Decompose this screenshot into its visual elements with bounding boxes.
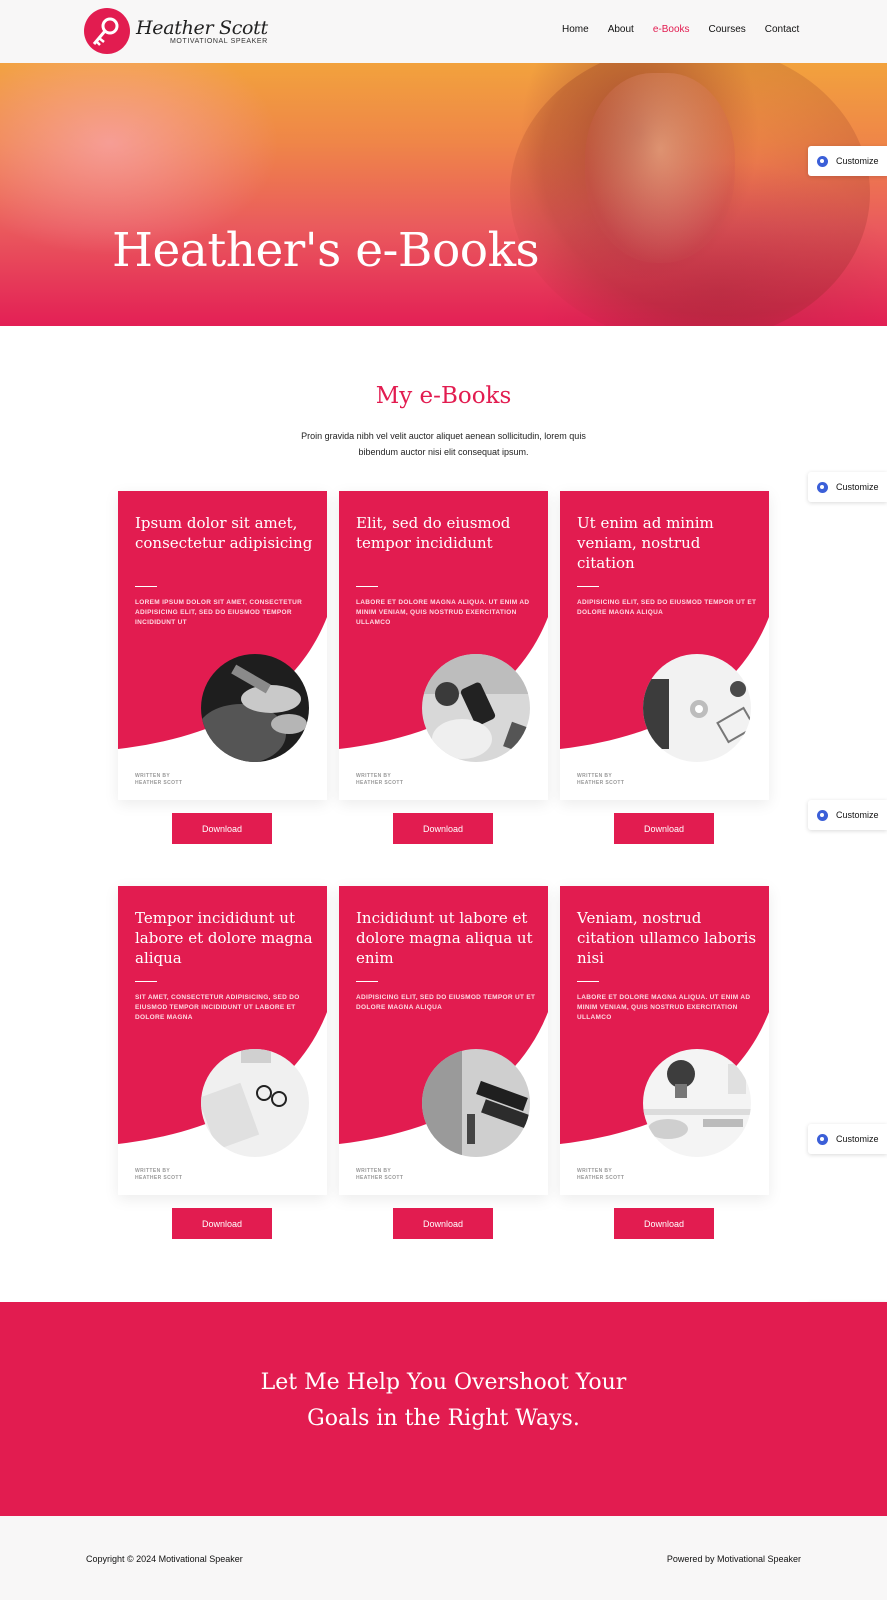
divider (356, 586, 378, 587)
divider (356, 981, 378, 982)
customize-button[interactable]: Customize (808, 146, 887, 176)
hero-title: Heather's e-Books (112, 223, 540, 278)
written-by-label: WRITTEN BY (356, 1168, 392, 1174)
nav-courses[interactable]: Courses (709, 24, 746, 35)
written-by-label: WRITTEN BY (356, 773, 392, 779)
book-title: Ipsum dolor sit amet, consectetur adipis… (135, 514, 313, 552)
book-card[interactable]: Tempor incididunt ut labore et dolore ma… (118, 886, 327, 1195)
book-subtitle: ADIPISICING ELIT, SED DO EIUSMOD TEMPOR … (577, 599, 757, 616)
customize-button[interactable]: Customize (808, 800, 887, 830)
download-button[interactable]: Download (393, 1208, 493, 1239)
download-button[interactable]: Download (393, 813, 493, 844)
author-name: HEATHER SCOTT (356, 780, 404, 786)
book-photo-handshake (201, 654, 309, 762)
copyright-text: Copyright © 2024 Motivational Speaker (86, 1554, 243, 1564)
cta-line-1: Let Me Help You Overshoot Your (260, 1370, 627, 1395)
book-card[interactable]: Ipsum dolor sit amet, consectetur adipis… (118, 491, 327, 800)
author-name: HEATHER SCOTT (135, 780, 183, 786)
author-name: HEATHER SCOTT (356, 1175, 404, 1181)
divider (577, 586, 599, 587)
brand-name: Heather Scott (136, 16, 268, 39)
nav-ebooks[interactable]: e-Books (653, 24, 690, 35)
written-by-label: WRITTEN BY (577, 1168, 613, 1174)
download-button[interactable]: Download (614, 1208, 714, 1239)
customize-button[interactable]: Customize (808, 1124, 887, 1154)
site-logo[interactable]: Heather Scott MOTIVATIONAL SPEAKER (84, 8, 268, 54)
written-by-label: WRITTEN BY (135, 1168, 171, 1174)
customize-button[interactable]: Customize (808, 472, 887, 502)
book-author: WRITTEN BY HEATHER SCOTT (356, 773, 403, 787)
book-card[interactable]: Incididunt ut labore et dolore magna ali… (339, 886, 548, 1195)
book-card[interactable]: Veniam, nostrud citation ullamco laboris… (560, 886, 769, 1195)
site-footer: Copyright © 2024 Motivational Speaker Po… (0, 1516, 887, 1600)
customize-label: Customize (836, 482, 879, 492)
book-title: Tempor incididunt ut labore et dolore ma… (135, 909, 313, 967)
divider (135, 981, 157, 982)
customize-label: Customize (836, 810, 879, 820)
book-photo-plant-workspace (643, 1049, 751, 1157)
book-author: WRITTEN BY HEATHER SCOTT (135, 1168, 182, 1182)
brand-tagline: MOTIVATIONAL SPEAKER (170, 37, 268, 45)
book-card[interactable]: Ut enim ad minim veniam, nostrud citatio… (560, 491, 769, 800)
book-photo-phone-coffee (422, 654, 530, 762)
written-by-label: WRITTEN BY (135, 773, 171, 779)
book-subtitle: LABORE ET DOLORE MAGNA ALIQUA. UT ENIM A… (356, 599, 530, 626)
divider (135, 586, 157, 587)
download-button[interactable]: Download (614, 813, 714, 844)
book-author: WRITTEN BY HEATHER SCOTT (577, 773, 624, 787)
nav-about[interactable]: About (608, 24, 634, 35)
logo-icon (84, 8, 130, 54)
nav-home[interactable]: Home (562, 24, 589, 35)
download-button[interactable]: Download (172, 813, 272, 844)
hero-banner: Heather's e-Books (0, 63, 887, 326)
site-header: Heather Scott MOTIVATIONAL SPEAKER Home … (0, 0, 887, 63)
palette-icon (817, 481, 828, 493)
book-subtitle: LABORE ET DOLORE MAGNA ALIQUA. UT ENIM A… (577, 994, 751, 1021)
powered-by-text: Powered by Motivational Speaker (666, 1554, 801, 1564)
divider (577, 981, 599, 982)
cta-section: Let Me Help You Overshoot Your Goals in … (0, 1302, 887, 1516)
cta-line-2: Goals in the Right Ways. (307, 1406, 580, 1431)
book-photo-desk-laptop (643, 654, 751, 762)
download-button[interactable]: Download (172, 1208, 272, 1239)
book-photo-glasses-notebook (201, 1049, 309, 1157)
section-description: Proin gravida nibh vel velit auctor aliq… (301, 431, 586, 457)
book-author: WRITTEN BY HEATHER SCOTT (577, 1168, 624, 1182)
book-title: Veniam, nostrud citation ullamco laboris… (577, 909, 757, 967)
book-author: WRITTEN BY HEATHER SCOTT (135, 773, 182, 787)
book-card[interactable]: Elit, sed do eiusmod tempor incididunt L… (339, 491, 548, 800)
book-subtitle: SIT AMET, CONSECTETUR ADIPISICING, SED D… (135, 994, 300, 1021)
section-title: My e-Books (375, 383, 512, 409)
customize-label: Customize (836, 1134, 879, 1144)
palette-icon (817, 155, 828, 167)
written-by-label: WRITTEN BY (577, 773, 613, 779)
author-name: HEATHER SCOTT (577, 780, 625, 786)
hero-portrait (585, 73, 735, 263)
cta-heading: Let Me Help You Overshoot Your Goals in … (0, 1365, 887, 1437)
book-subtitle: LOREM IPSUM DOLOR SIT AMET, CONSECTETUR … (135, 599, 303, 626)
book-title: Incididunt ut labore et dolore magna ali… (356, 909, 533, 967)
main-nav: Home About e-Books Courses Contact (562, 24, 818, 35)
book-photo-books-window (422, 1049, 530, 1157)
book-subtitle: ADIPISICING ELIT, SED DO EIUSMOD TEMPOR … (356, 994, 536, 1011)
book-author: WRITTEN BY HEATHER SCOTT (356, 1168, 403, 1182)
book-title: Ut enim ad minim veniam, nostrud citatio… (577, 514, 714, 572)
customize-label: Customize (836, 156, 879, 166)
nav-contact[interactable]: Contact (765, 24, 799, 35)
palette-icon (817, 1133, 828, 1145)
palette-icon (817, 809, 828, 821)
book-title: Elit, sed do eiusmod tempor incididunt (356, 514, 511, 552)
author-name: HEATHER SCOTT (577, 1175, 625, 1181)
author-name: HEATHER SCOTT (135, 1175, 183, 1181)
